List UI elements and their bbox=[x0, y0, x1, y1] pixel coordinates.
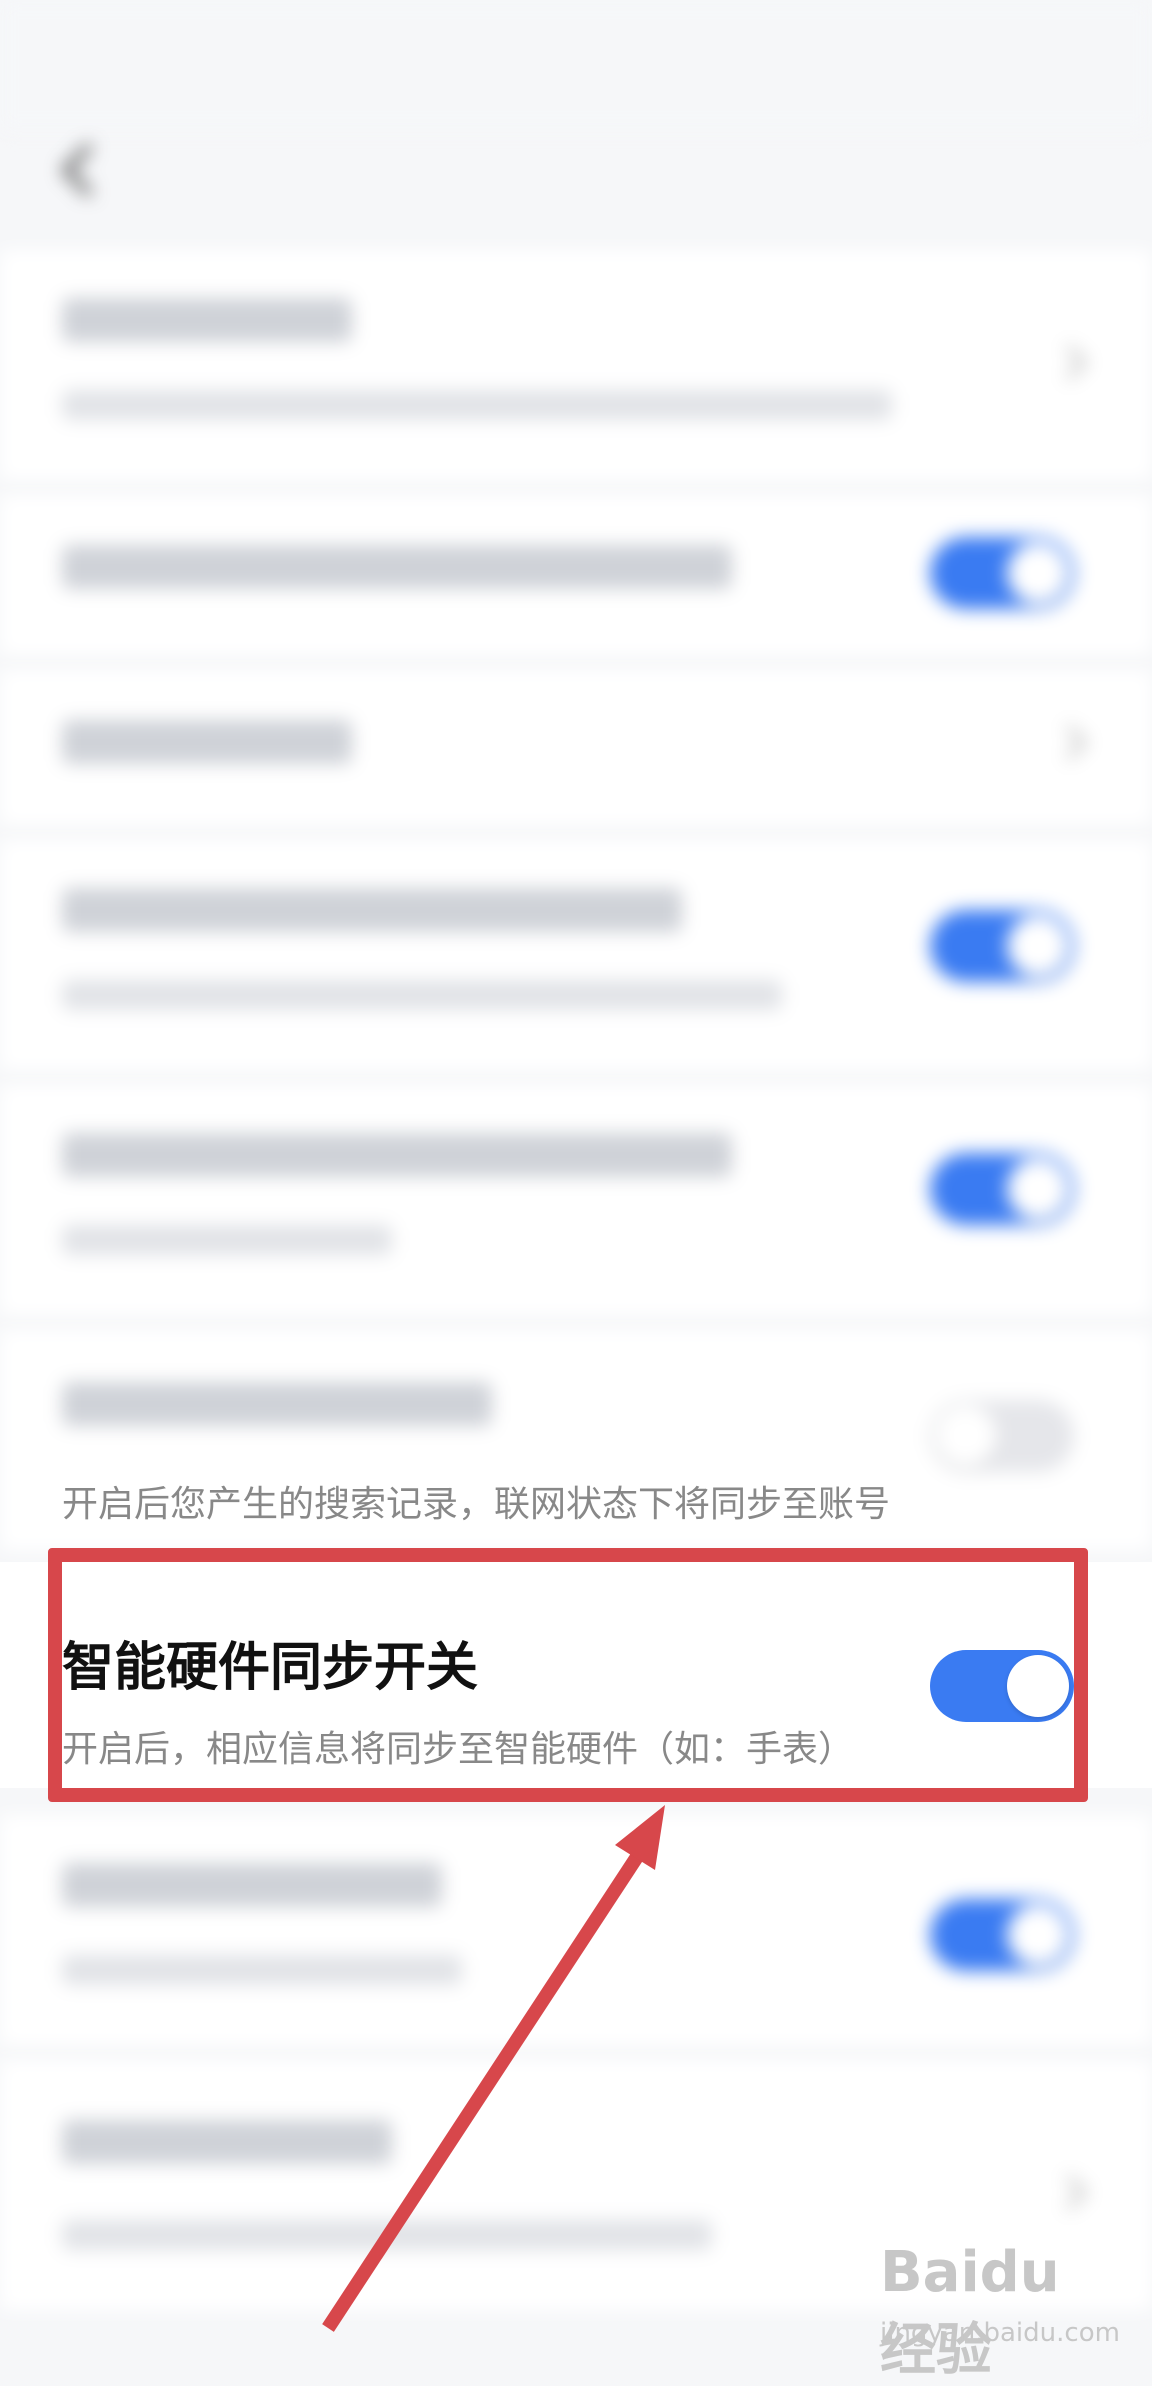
settings-row-8[interactable] bbox=[0, 1815, 1152, 2045]
settings-row-1[interactable] bbox=[0, 250, 1152, 480]
chevron-right-icon bbox=[1051, 2174, 1088, 2211]
toggle-knob bbox=[1007, 1158, 1069, 1220]
row-2-toggle[interactable] bbox=[930, 537, 1074, 609]
watermark-brand: Baidu经验 bbox=[880, 2240, 1060, 2383]
row-8-toggle[interactable] bbox=[930, 1899, 1074, 1971]
back-arrow-icon[interactable] bbox=[58, 140, 98, 200]
row-5-toggle[interactable] bbox=[930, 1153, 1074, 1225]
chevron-right-icon bbox=[1051, 724, 1088, 761]
row-6-subtitle: 开启后您产生的搜索记录，联网状态下将同步至账号 bbox=[62, 1484, 891, 1525]
settings-row-4[interactable] bbox=[0, 840, 1152, 1070]
row-4-toggle[interactable] bbox=[930, 910, 1074, 982]
row-6-toggle[interactable] bbox=[930, 1400, 1074, 1472]
toggle-knob bbox=[1007, 542, 1069, 604]
watermark-url: jingyan.baidu.com bbox=[880, 2318, 1120, 2348]
settings-row-3[interactable] bbox=[0, 670, 1152, 825]
settings-row-2[interactable] bbox=[0, 495, 1152, 655]
annotation-highlight-box bbox=[48, 1548, 1088, 1802]
toggle-knob bbox=[1007, 1904, 1069, 1966]
settings-row-5[interactable] bbox=[0, 1085, 1152, 1315]
watermark: Baidu经验 jingyan.baidu.com bbox=[880, 2240, 1120, 2383]
toggle-knob bbox=[1007, 915, 1069, 977]
toggle-knob bbox=[935, 1405, 997, 1467]
nav-bar bbox=[0, 110, 1152, 240]
chevron-right-icon bbox=[1051, 344, 1088, 381]
